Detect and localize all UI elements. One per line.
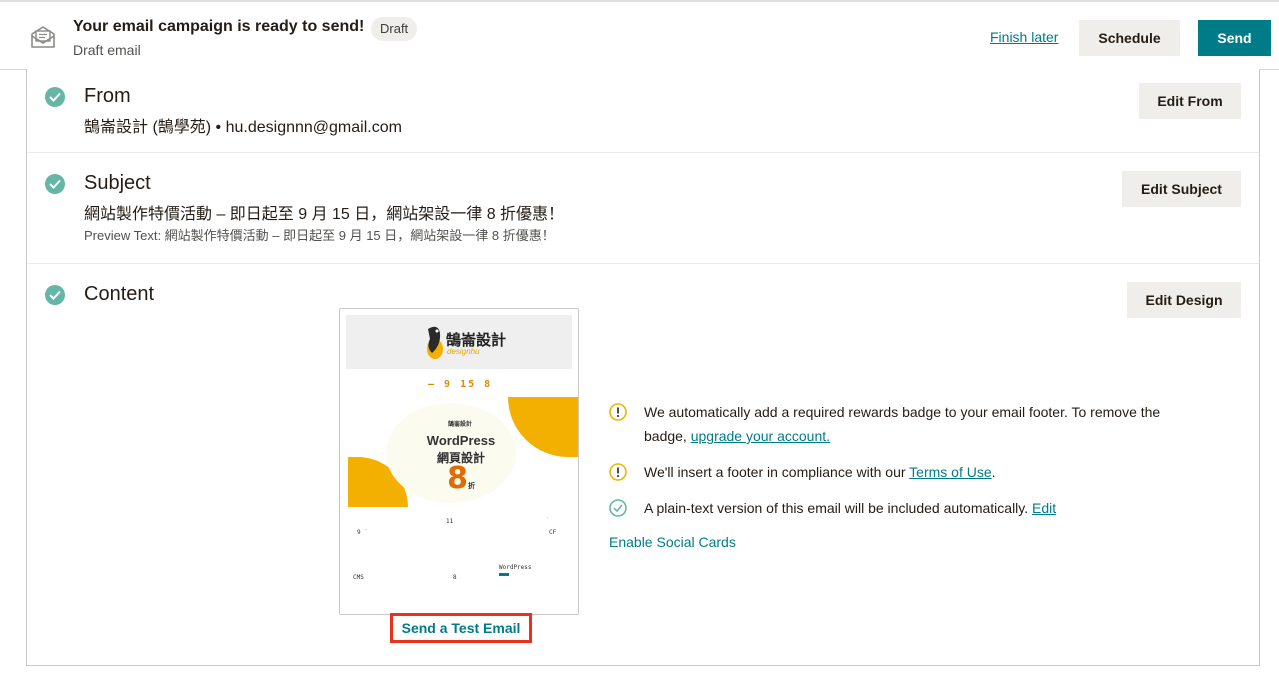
content-title: Content: [84, 283, 155, 305]
preview-tiny-text: 9 ˙: [357, 529, 368, 536]
preview-tiny-text: 8: [453, 574, 457, 581]
notice-text: We automatically add a required rewards …: [644, 400, 1164, 448]
notice-footer: We'll insert a footer in compliance with…: [609, 460, 1169, 484]
notice-suffix: .: [991, 464, 996, 480]
brand-logo-icon: [427, 326, 443, 359]
edit-design-button[interactable]: Edit Design: [1127, 282, 1241, 318]
warning-icon: [609, 403, 627, 421]
warning-icon: [609, 463, 627, 481]
check-circle-icon: [609, 499, 627, 517]
preview-tiny-text: ˙: [546, 517, 550, 524]
campaign-header: Your email campaign is ready to send! Dr…: [0, 0, 1279, 70]
send-button[interactable]: Send: [1198, 20, 1271, 56]
from-section: From 鵠崙設計 (鵠學苑) • hu.designnn@gmail.com …: [27, 69, 1259, 153]
notice-text: We'll insert a footer in compliance with…: [644, 460, 1164, 484]
banner-heading: WordPress: [426, 433, 496, 448]
email-preview-thumbnail[interactable]: 鵠崙設計 designhu – 9 15 8 鵠崙設計 WordPress 網頁…: [339, 308, 579, 615]
status-badge: Draft: [371, 17, 418, 41]
preview-header: 鵠崙設計 designhu: [346, 315, 572, 369]
preview-text: Preview Text: 網站製作特價活動 – 即日起至 9 月 15 日，網…: [84, 228, 555, 243]
terms-of-use-link[interactable]: Terms of Use: [909, 464, 991, 480]
banner-brand: 鵠崙設計: [448, 421, 473, 428]
notice-text: A plain-text version of this email will …: [644, 496, 1164, 520]
preview-tiny-text: CMS: [353, 574, 364, 581]
schedule-button[interactable]: Schedule: [1079, 20, 1180, 56]
enable-social-cards-link[interactable]: Enable Social Cards: [609, 534, 736, 550]
preview-tiny-text: WordPress: [499, 564, 532, 571]
page-subtitle: Draft email: [73, 42, 141, 58]
subject-section: Subject 網站製作特價活動 – 即日起至 9 月 15 日，網站架設一律 …: [27, 153, 1259, 264]
notice-body: A plain-text version of this email will …: [644, 500, 1033, 516]
preview-banner: 鵠崙設計 WordPress 網頁設計 8折: [348, 397, 578, 507]
page-title: Your email campaign is ready to send!: [73, 18, 365, 35]
check-circle-icon: [45, 174, 65, 194]
banner-discount-number: 8: [447, 461, 468, 496]
from-title: From: [84, 85, 131, 107]
preview-brand-sub: designhu: [447, 347, 480, 356]
preview-link-bar: [499, 573, 509, 576]
email-envelope-icon: [31, 26, 55, 48]
notice-plain-text: A plain-text version of this email will …: [609, 496, 1169, 520]
finish-later-link[interactable]: Finish later: [990, 29, 1058, 45]
subject-value: 網站製作特價活動 – 即日起至 9 月 15 日，網站架設一律 8 折優惠！: [84, 206, 565, 223]
preview-tiny-text: 11: [446, 518, 454, 525]
check-circle-icon: [45, 285, 65, 305]
edit-from-button[interactable]: Edit From: [1139, 83, 1241, 119]
upgrade-account-link[interactable]: upgrade your account.: [691, 428, 830, 444]
content-section: Content Edit Design 鵠崙設計 designhu – 9 15…: [27, 264, 1259, 664]
campaign-checklist: From 鵠崙設計 (鵠學苑) • hu.designnn@gmail.com …: [26, 69, 1260, 666]
from-value: 鵠崙設計 (鵠學苑) • hu.designnn@gmail.com: [84, 119, 402, 136]
notice-rewards-badge: We automatically add a required rewards …: [609, 400, 1169, 448]
subject-title: Subject: [84, 172, 151, 194]
send-test-email-button[interactable]: Send a Test Email: [390, 613, 532, 643]
notice-body: We'll insert a footer in compliance with…: [644, 464, 910, 480]
banner-discount-suffix: 折: [467, 482, 475, 490]
preview-tiny-text: CF: [549, 529, 557, 536]
banner-discount: 8折: [352, 461, 570, 496]
preview-date-line: – 9 15 8: [428, 379, 493, 390]
edit-subject-button[interactable]: Edit Subject: [1122, 171, 1241, 207]
check-circle-icon: [45, 87, 65, 107]
decor-shape: [508, 397, 578, 457]
edit-plain-text-link[interactable]: Edit: [1032, 500, 1056, 516]
